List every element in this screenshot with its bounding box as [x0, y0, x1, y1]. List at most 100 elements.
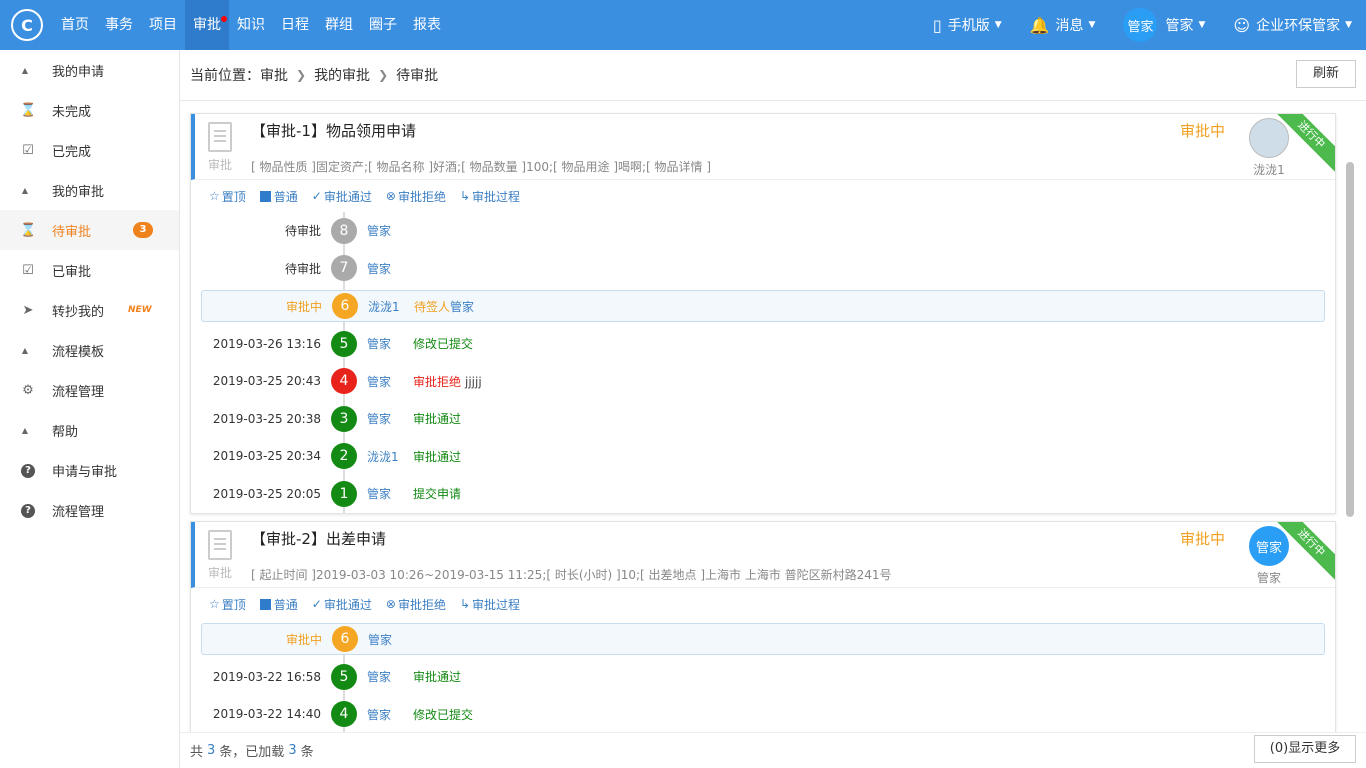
logo-icon[interactable]: C [11, 9, 43, 41]
timeline-row: 待审批 8 管家 [191, 212, 1335, 250]
card-title[interactable]: 【审批-2】出差申请 [251, 528, 386, 549]
applicant: 管家 管家 [1247, 526, 1291, 586]
avatar: 管家 [1123, 8, 1158, 42]
timeline-user[interactable]: 管家 [367, 260, 391, 277]
triangle-up-icon: ▲ [21, 185, 29, 195]
sidebar-item-incomplete[interactable]: ⌛ 未完成 [0, 90, 179, 130]
mobile-version-dropdown[interactable]: ▯ 手机版 ▼ [919, 0, 1016, 50]
square-icon [259, 598, 271, 610]
nav-home[interactable]: 首页 [53, 0, 97, 50]
applicant: 泷泷1 [1247, 118, 1291, 178]
timeline-user[interactable]: 管家 [367, 706, 391, 723]
approve-label: 审批通过 [323, 597, 372, 612]
timeline-action: 待签人管家 [414, 298, 474, 315]
document-icon-label: 审批 [207, 158, 232, 172]
approval-timeline: 待审批 8 管家 待审批 7 管家 审批中 6 泷泷1 待签人管家 2019-03-26 13… [191, 212, 1335, 513]
timeline-user[interactable]: 管家 [367, 335, 391, 352]
nav-affairs[interactable]: 事务 [97, 0, 141, 50]
sidebar-item-help-apply[interactable]: ? 申请与审批 [0, 450, 179, 490]
chevron-right-icon: ❯ [378, 68, 389, 82]
timeline-time: 2019-03-25 20:38 [212, 411, 321, 426]
user-dropdown[interactable]: 管家 管家 ▼ [1109, 0, 1219, 50]
sidebar-item-cc-me[interactable]: ➤ 转抄我的 NEW [0, 290, 179, 330]
star-icon: ☆ [209, 189, 220, 203]
sidebar-group-my-approvals[interactable]: ▲ 我的审批 [0, 170, 179, 210]
sidebar-item-help-process[interactable]: ? 流程管理 [0, 490, 179, 530]
timeline-user[interactable]: 泷泷1 [367, 448, 399, 465]
nav-projects[interactable]: 项目 [141, 0, 185, 50]
pending-signer-name[interactable]: 管家 [450, 300, 474, 314]
reject-button[interactable]: ⊗ 审批拒绝 [386, 596, 446, 613]
nav-schedule[interactable]: 日程 [273, 0, 317, 50]
sidebar-item-process-management[interactable]: ⚙ 流程管理 [0, 370, 179, 410]
process-button[interactable]: ↳ 审批过程 [460, 596, 520, 613]
user-name: 管家 [1165, 18, 1194, 34]
sidebar-group-templates[interactable]: ▲ 流程模板 [0, 330, 179, 370]
timeline-time: 2019-03-25 20:43 [212, 374, 321, 389]
nav-reports[interactable]: 报表 [405, 0, 449, 50]
scrollbar-thumb[interactable] [1346, 162, 1354, 517]
process-button[interactable]: ↳ 审批过程 [460, 188, 520, 205]
reject-button[interactable]: ⊗ 审批拒绝 [386, 188, 446, 205]
card-header[interactable]: 审批 【审批-2】出差申请 [ 起止时间 ]2019-03-03 10:26~2… [191, 522, 1335, 588]
timeline-time: 2019-03-26 13:16 [212, 336, 321, 351]
list-footer: 共 3 条，已加载 3 条 (0)显示更多 [180, 732, 1366, 768]
sidebar-item-approved[interactable]: ☑ 已审批 [0, 250, 179, 290]
sidebar-item-completed[interactable]: ☑ 已完成 [0, 130, 179, 170]
nav-approval[interactable]: 审批 [185, 0, 229, 50]
timeline-step: 4 [331, 701, 357, 728]
reject-label: 审批拒绝 [397, 189, 446, 204]
main-nav: 首页 事务 项目 审批 知识 日程 群组 圈子 报表 [53, 0, 449, 50]
timeline-user[interactable]: 管家 [367, 373, 391, 390]
checkbox-icon: ☑ [22, 142, 34, 158]
new-tag: NEW [128, 305, 152, 315]
approve-button[interactable]: ✓ 审批通过 [312, 188, 372, 205]
timeline-user[interactable]: 管家 [367, 222, 391, 239]
footer-text: 条 [300, 745, 314, 760]
nav-circles[interactable]: 圈子 [361, 0, 405, 50]
star-icon: ☆ [209, 597, 220, 611]
caret-down-icon: ▼ [1088, 20, 1096, 30]
timeline-step: 6 [332, 626, 358, 652]
timeline-user[interactable]: 泷泷1 [368, 298, 400, 315]
breadcrumb-item: 待审批 [396, 68, 439, 84]
priority-label: 普通 [273, 597, 298, 612]
timeline-user[interactable]: 管家 [367, 410, 391, 427]
card-title[interactable]: 【审批-1】物品领用申请 [251, 120, 416, 141]
mobile-label: 手机版 [947, 18, 990, 34]
approve-button[interactable]: ✓ 审批通过 [312, 596, 372, 613]
nav-knowledge[interactable]: 知识 [229, 0, 273, 50]
timeline-time: 待审批 [284, 224, 321, 239]
timeline-row: 2019-03-22 14:40 4 管家 修改已提交 [191, 696, 1335, 733]
timeline-user[interactable]: 管家 [367, 485, 391, 502]
sidebar-item-label: 申请与审批 [52, 464, 118, 480]
flow-icon: ↳ [459, 189, 471, 203]
hourglass-icon: ⌛ [20, 222, 37, 238]
org-dropdown[interactable]: ☺ 企业环保管家 ▼ [1219, 0, 1366, 50]
messages-dropdown[interactable]: 🔔 消息 ▼ [1016, 0, 1110, 50]
timeline-step: 5 [331, 663, 357, 690]
refresh-button[interactable]: 刷新 [1296, 60, 1356, 88]
timeline-user[interactable]: 管家 [367, 668, 391, 685]
pin-button[interactable]: ☆ 置顶 [209, 596, 246, 613]
breadcrumb-item[interactable]: 审批 [260, 65, 288, 85]
nav-groups[interactable]: 群组 [317, 0, 361, 50]
main-content: 当前位置： 审批 ❯ 我的审批 ❯ 待审批 刷新 审批 【审批-1】物品领用申请… [180, 50, 1366, 768]
priority-button[interactable]: 普通 [259, 596, 298, 613]
timeline-step: 8 [331, 217, 357, 244]
timeline-time: 2019-03-25 20:05 [212, 486, 321, 501]
show-more-button[interactable]: (0)显示更多 [1254, 735, 1356, 763]
timeline-action: 审批通过 [413, 670, 462, 685]
timeline-user[interactable]: 管家 [368, 631, 392, 648]
sidebar-item-label: 流程管理 [52, 384, 105, 400]
timeline-step: 5 [331, 330, 357, 357]
sidebar-item-pending[interactable]: ⌛ 待审批 3 [0, 210, 179, 250]
priority-button[interactable]: 普通 [259, 188, 298, 205]
pin-button[interactable]: ☆ 置顶 [209, 188, 246, 205]
approval-card: 审批 【审批-1】物品领用申请 [ 物品性质 ]固定资产;[ 物品名称 ]好酒;… [190, 113, 1336, 514]
sidebar-group-my-applications[interactable]: ▲ 我的申请 [0, 50, 179, 90]
breadcrumb-item[interactable]: 我的审批 [314, 65, 370, 85]
timeline-row: 2019-03-25 20:34 2 泷泷1 审批通过 [191, 438, 1335, 476]
sidebar-group-help[interactable]: ▲ 帮助 [0, 410, 179, 450]
card-header[interactable]: 审批 【审批-1】物品领用申请 [ 物品性质 ]固定资产;[ 物品名称 ]好酒;… [191, 113, 1335, 180]
